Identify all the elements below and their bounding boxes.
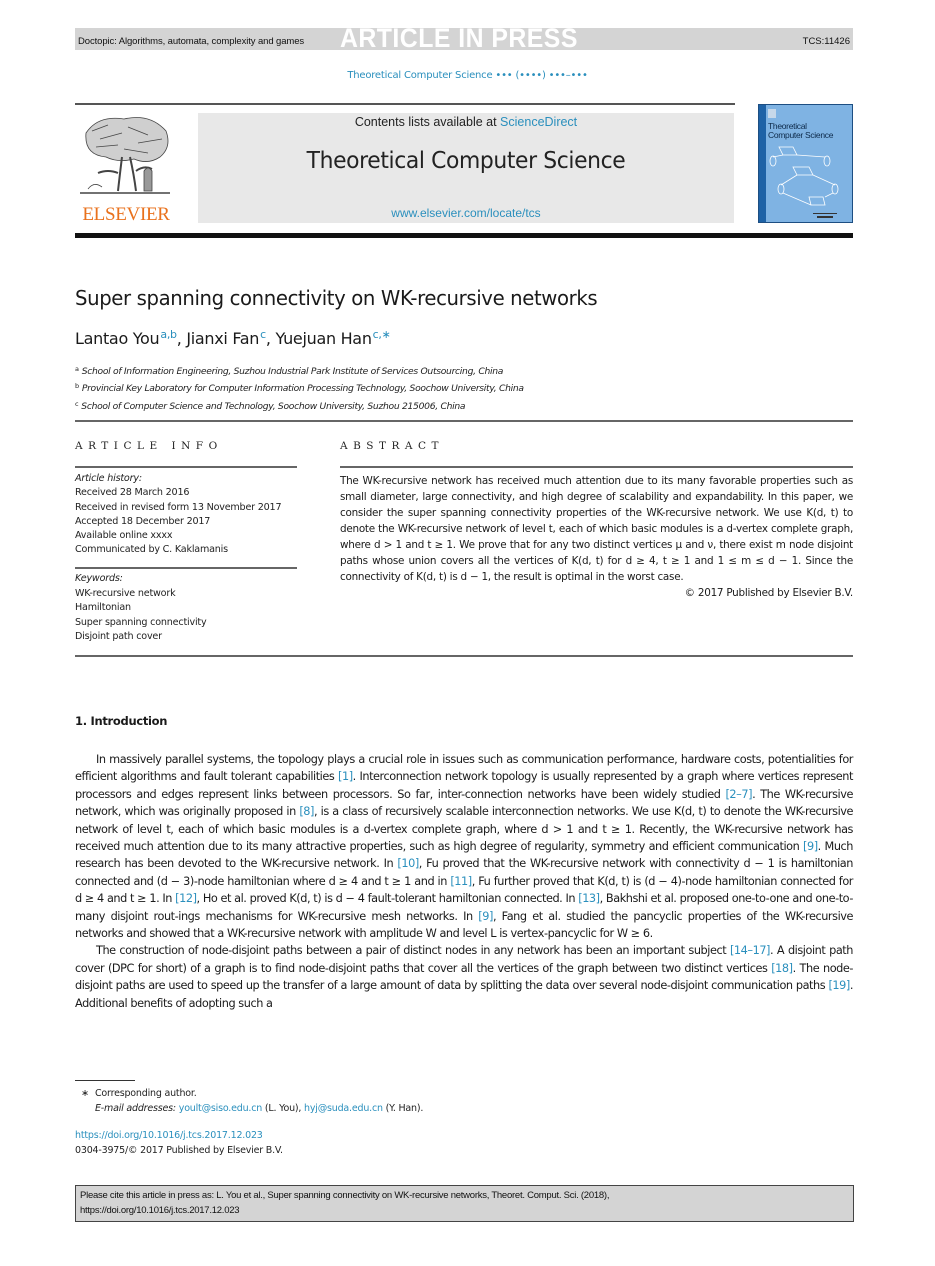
- abstract-body: The WK-recursive network has received mu…: [340, 473, 853, 601]
- issn-line: 0304-3975/© 2017 Published by Elsevier B…: [75, 1144, 283, 1156]
- body-text-run: The construction of node-disjoint paths …: [96, 944, 730, 958]
- body-text-run: , Ho et al. proved K(d, t) is d − 4 faul…: [196, 892, 579, 906]
- email-link[interactable]: yoult@siso.edu.cn: [179, 1103, 262, 1114]
- abstract-heading: ABSTRACT: [340, 440, 445, 452]
- citation-link[interactable]: [8]: [299, 805, 314, 818]
- abstract-text: The WK-recursive network has received mu…: [340, 475, 853, 583]
- corresponding-author-note: ∗ Corresponding author.: [75, 1086, 675, 1101]
- history-item: Communicated by C. Kaklamanis: [75, 544, 228, 556]
- introduction-body: In massively parallel systems, the topol…: [75, 751, 853, 1012]
- citation-link[interactable]: [1]: [338, 770, 353, 783]
- body-paragraph: The construction of node-disjoint paths …: [75, 942, 853, 1012]
- affiliation-item: b Provincial Key Laboratory for Computer …: [75, 382, 524, 395]
- citation-link[interactable]: [2–7]: [725, 788, 752, 801]
- citation-link[interactable]: [12]: [175, 892, 197, 905]
- contents-prefix: Contents lists available at: [354, 115, 501, 129]
- footnote-rule: [75, 1080, 135, 1081]
- author-affiliation-link[interactable]: a,b: [160, 328, 177, 341]
- abstract-copyright: © 2017 Published by Elsevier B.V.: [684, 587, 854, 599]
- cover-title: Theoretical Computer Science: [768, 121, 834, 140]
- article-status-bar: Doctopic: Algorithms, automata, complexi…: [75, 23, 853, 53]
- citation-link[interactable]: [19]: [828, 979, 850, 992]
- citation-notice-box: Please cite this article in press as: L.…: [75, 1185, 854, 1222]
- author-affiliation-link[interactable]: c: [260, 328, 266, 341]
- section-heading-introduction: 1. Introduction: [75, 714, 168, 728]
- article-history: Article history: Received 28 March 2016 …: [75, 472, 297, 558]
- citation-link[interactable]: [13]: [578, 892, 600, 905]
- citation-link[interactable]: [11]: [450, 875, 472, 888]
- article-in-press-banner: ARTICLE IN PRESS: [340, 23, 578, 53]
- journal-banner: Contents lists available at ScienceDirec…: [198, 113, 734, 223]
- sciencedirect-link[interactable]: ScienceDirect: [500, 115, 577, 129]
- doctopic-label: Doctopic: Algorithms, automata, complexi…: [78, 36, 305, 47]
- citation-link[interactable]: [10]: [397, 857, 419, 870]
- journal-title: Theoretical Computer Science: [306, 148, 626, 174]
- footnotes: ∗ Corresponding author. E-mail addresses:…: [75, 1086, 675, 1116]
- history-item: Available online xxxx: [75, 530, 173, 542]
- affiliation-divider: [75, 420, 853, 422]
- header-divider: [75, 103, 735, 105]
- contents-available-line: Contents lists available at ScienceDirec…: [198, 115, 734, 129]
- keywords-rule: [75, 567, 297, 569]
- citation-link[interactable]: [14–17]: [730, 944, 771, 957]
- author-name[interactable]: Yuejuan Han: [275, 329, 372, 348]
- author-affiliation-link[interactable]: c,∗: [373, 328, 391, 341]
- masthead-thick-rule: [75, 233, 853, 238]
- citation-link[interactable]: [18]: [771, 962, 793, 975]
- author-name[interactable]: Lantao You: [75, 329, 160, 348]
- keyword-item: WK-recursive network: [75, 587, 176, 599]
- journal-homepage-link[interactable]: www.elsevier.com/locate/tcs: [198, 206, 734, 220]
- elsevier-logo[interactable]: ELSEVIER: [76, 113, 174, 225]
- email-addresses: E-mail addresses: yoult@siso.edu.cn (L. …: [95, 1103, 424, 1114]
- history-item: Accepted 18 December 2017: [75, 515, 211, 527]
- tree-emblem-icon: [80, 117, 170, 194]
- keywords-list: Keywords: WK-recursive network Hamiltoni…: [75, 572, 297, 645]
- citation-text: Please cite this article in press as: L.…: [80, 1190, 610, 1201]
- body-paragraph: In massively parallel systems, the topol…: [75, 751, 853, 942]
- keyword-item: Hamiltonian: [75, 602, 131, 613]
- article-info-heading: ARTICLE INFO: [75, 440, 223, 452]
- citation-link[interactable]: [9]: [478, 910, 493, 923]
- elsevier-wordmark: ELSEVIER: [82, 204, 170, 225]
- article-history-label: Article history:: [75, 473, 142, 484]
- journal-cover-thumbnail[interactable]: Theoretical Computer Science: [758, 104, 853, 223]
- doi-link[interactable]: https://doi.org/10.1016/j.tcs.2017.12.02…: [75, 1130, 263, 1141]
- article-title: Super spanning connectivity on WK-recurs…: [75, 286, 598, 310]
- keyword-item: Super spanning connectivity: [75, 616, 207, 628]
- affiliation-list: a School of Information Engineering, Suzh…: [75, 362, 524, 414]
- keyword-item: Disjoint path cover: [75, 631, 162, 642]
- author-name[interactable]: Jianxi Fan: [186, 329, 259, 348]
- affiliation-item: a School of Information Engineering, Suzh…: [75, 365, 504, 377]
- citation-link[interactable]: [9]: [803, 840, 818, 853]
- article-code: TCS:11426: [802, 36, 850, 47]
- asterisk-mark: ∗: [81, 1088, 89, 1099]
- article-info-rule: [75, 466, 297, 468]
- history-item: Received in revised form 13 November 201…: [75, 501, 282, 513]
- journal-citation-line: Theoretical Computer Science ••• (••••) …: [347, 70, 588, 81]
- history-item: Received 28 March 2016: [75, 487, 190, 499]
- citation-doi[interactable]: https://doi.org/10.1016/j.tcs.2017.12.02…: [80, 1204, 849, 1219]
- keywords-label: Keywords:: [75, 573, 123, 584]
- abstract-rule: [340, 466, 853, 468]
- email-link[interactable]: hyj@suda.edu.cn: [304, 1103, 383, 1114]
- affiliation-item: c School of Computer Science and Technolo…: [75, 399, 466, 412]
- abstract-bottom-divider: [75, 655, 853, 657]
- doi-block: https://doi.org/10.1016/j.tcs.2017.12.02…: [75, 1129, 283, 1158]
- author-list: Lantao Youa,b, Jianxi Fanc, Yuejuan Hanc…: [75, 328, 391, 348]
